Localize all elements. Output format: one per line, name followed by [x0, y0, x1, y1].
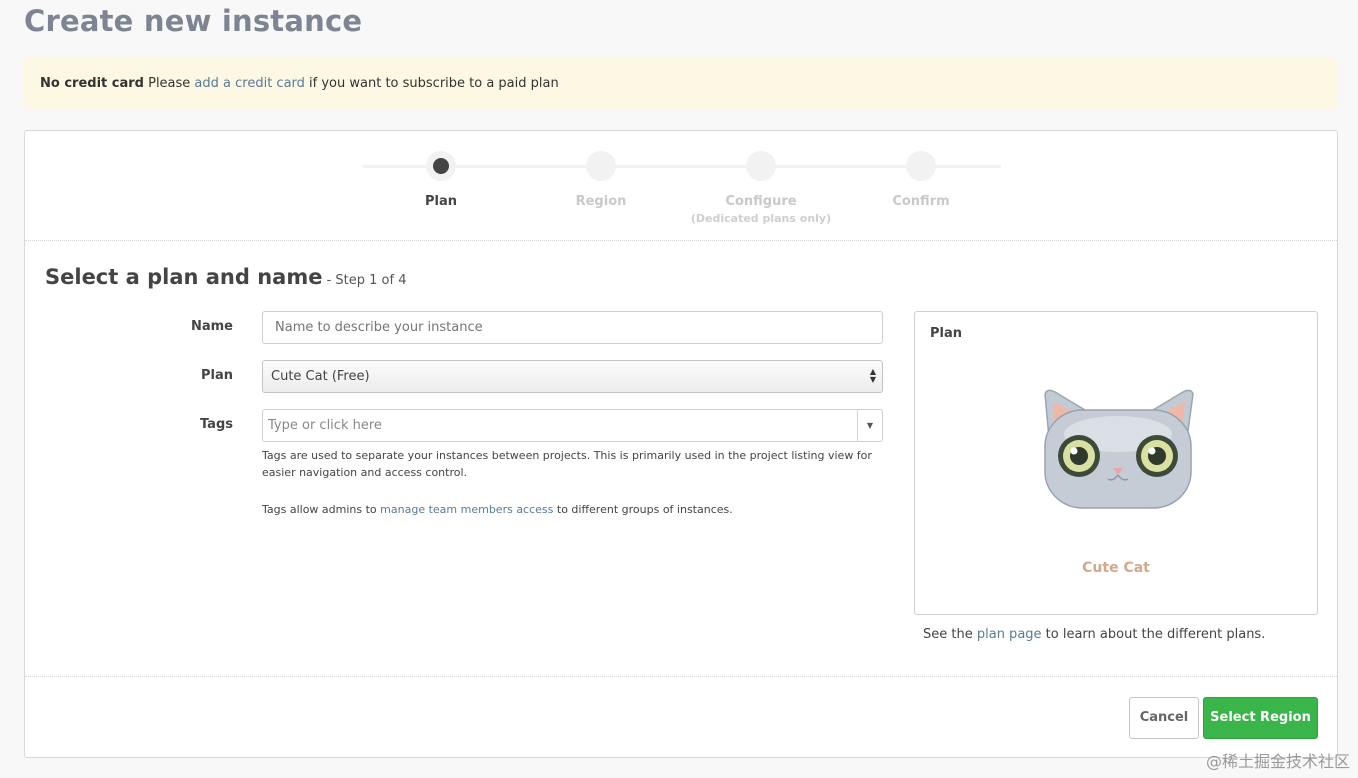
section-title: Select a plan and name - Step 1 of 4 — [45, 265, 407, 289]
tags-admin-help: Tags allow admins to manage team members… — [262, 501, 882, 518]
name-input[interactable] — [262, 311, 883, 344]
name-label: Name — [190, 319, 233, 334]
plan-note-post: to learn about the different plans. — [1041, 627, 1266, 642]
wizard-progress: Plan Region Configure (Dedicated plans o… — [25, 131, 1337, 241]
section-step-info: - Step 1 of 4 — [322, 273, 407, 288]
plan-preview-panel: Plan Cute Cat — [914, 311, 1318, 615]
wizard-step-label: Region — [575, 194, 627, 209]
wizard-step-confirm[interactable]: Confirm — [841, 151, 1001, 209]
plan-page-note: See the plan page to learn about the dif… — [923, 627, 1265, 642]
plan-select-value: Cute Cat (Free) — [271, 369, 370, 384]
plan-page-link[interactable]: plan page — [977, 627, 1042, 642]
tags-help-text: Tags are used to separate your instances… — [262, 449, 872, 479]
wizard-step-configure[interactable]: Configure (Dedicated plans only) — [681, 151, 841, 225]
watermark: @稀土掘金技术社区 — [1205, 752, 1350, 771]
plan-note-pre: See the — [923, 627, 977, 642]
wizard-step-label: Confirm — [892, 194, 950, 209]
plan-name: Cute Cat — [1082, 560, 1150, 576]
step-dot-icon — [746, 151, 776, 181]
wizard-step-region[interactable]: Region — [521, 151, 681, 209]
help-text-post: to different groups of instances. — [553, 503, 733, 516]
plan-select[interactable]: Cute Cat (Free) ▲ ▼ — [262, 360, 883, 393]
wizard-step-sublabel: (Dedicated plans only) — [690, 212, 832, 225]
no-credit-card-alert: No credit card Please add a credit card … — [24, 58, 1338, 110]
create-instance-card: Plan Region Configure (Dedicated plans o… — [24, 130, 1338, 758]
alert-strong: No credit card — [40, 76, 144, 91]
tags-label: Tags — [199, 417, 233, 432]
tags-input[interactable]: Type or click here ▼ — [262, 409, 883, 442]
step-dot-icon — [586, 151, 616, 181]
cancel-button[interactable]: Cancel — [1129, 697, 1199, 739]
plan-label: Plan — [200, 368, 233, 383]
step-dot-icon — [906, 151, 936, 181]
wizard-step-plan[interactable]: Plan — [361, 151, 521, 209]
alert-text-post: if you want to subscribe to a paid plan — [304, 76, 559, 91]
page-title: Create new instance — [24, 4, 363, 38]
chevron-down-icon[interactable]: ▼ — [857, 410, 882, 441]
card-footer: Cancel Select Region — [25, 676, 1337, 758]
manage-team-access-link[interactable]: manage team members access — [380, 503, 553, 516]
help-text-pre: Tags allow admins to — [262, 503, 381, 516]
step-dot-icon — [426, 151, 456, 181]
alert-text-pre: Please — [143, 76, 195, 91]
tags-placeholder: Type or click here — [268, 418, 382, 433]
cute-cat-icon — [1044, 389, 1194, 509]
wizard-step-label: Plan — [424, 194, 457, 209]
wizard-step-label: Configure — [725, 194, 797, 209]
select-arrows-icon: ▲ ▼ — [869, 367, 876, 384]
section-title-text: Select a plan and name — [45, 265, 323, 289]
add-credit-card-link[interactable]: add a credit card — [194, 76, 304, 91]
plan-panel-title: Plan — [930, 326, 963, 341]
select-region-button[interactable]: Select Region — [1203, 697, 1318, 739]
